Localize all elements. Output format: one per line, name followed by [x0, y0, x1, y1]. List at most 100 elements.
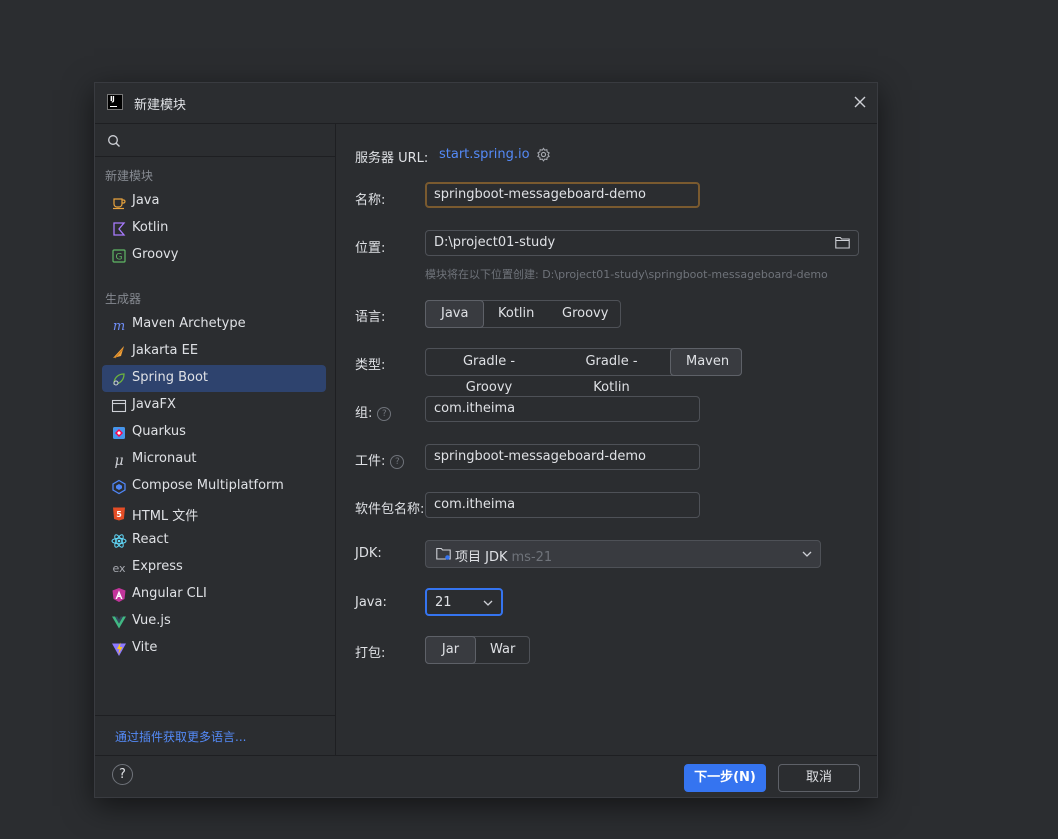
- server-url-link[interactable]: start.spring.io: [439, 147, 530, 162]
- jdk-dropdown[interactable]: 项目 JDK ms-21: [425, 540, 821, 568]
- sidebar-item-label: HTML 文件: [132, 509, 199, 524]
- sidebar-item-maven-archetype[interactable]: m Maven Archetype: [102, 311, 326, 338]
- type-option-maven[interactable]: Maven: [670, 348, 742, 376]
- dialog-titlebar: IJ 新建模块: [95, 83, 877, 124]
- sidebar-item-label: Express: [132, 559, 183, 574]
- sidebar-item-quarkus[interactable]: Quarkus: [102, 419, 326, 446]
- sidebar-item-jakarta-ee[interactable]: Jakarta EE: [102, 338, 326, 365]
- sidebar-item-angular-cli[interactable]: Angular CLI: [102, 581, 326, 608]
- sidebar-footer: 通过插件获取更多语言...: [95, 715, 335, 756]
- sidebar-item-label: Java: [132, 193, 160, 208]
- location-input[interactable]: D:\project01-study: [425, 230, 859, 256]
- quarkus-icon: [113, 427, 125, 439]
- type-segmented-control: Gradle - Groovy Gradle - Kotlin Maven: [425, 348, 742, 395]
- search-icon[interactable]: [107, 134, 121, 148]
- language-option-kotlin[interactable]: Kotlin: [483, 301, 547, 327]
- sidebar-item-javafx[interactable]: JavaFX: [102, 392, 326, 419]
- language-label: 语言:: [355, 310, 386, 325]
- next-button[interactable]: 下一步(N): [684, 764, 766, 792]
- sidebar-item-compose-multiplatform[interactable]: Compose Multiplatform: [102, 473, 326, 500]
- generator-sidebar: 新建模块 Java Kotlin G Groovy 生成器 m Maven Ar…: [95, 124, 336, 756]
- sidebar-item-label: Maven Archetype: [132, 316, 246, 331]
- language-option-groovy[interactable]: Groovy: [547, 301, 620, 327]
- java-version-dropdown[interactable]: 21: [425, 588, 503, 616]
- spring-boot-icon: [113, 373, 125, 386]
- sidebar-item-express[interactable]: ex Express: [102, 554, 326, 581]
- angular-icon: [112, 588, 126, 602]
- close-icon[interactable]: [853, 95, 867, 109]
- dialog-footer: ? 下一步(N) 取消: [95, 755, 877, 797]
- folder-icon[interactable]: [835, 236, 850, 249]
- packaging-segmented-control: Jar War: [425, 636, 530, 664]
- maven-icon: m: [113, 319, 125, 333]
- java-version-value: 21: [435, 595, 452, 610]
- sidebar-item-label: Angular CLI: [132, 586, 207, 601]
- jdk-label: JDK:: [355, 546, 382, 561]
- language-option-java[interactable]: Java: [425, 300, 484, 328]
- section-new-module: 新建模块: [105, 169, 154, 183]
- sidebar-item-groovy[interactable]: G Groovy: [102, 242, 326, 269]
- location-hint: 模块将在以下位置创建: D:\project01-study\springboo…: [425, 268, 828, 281]
- sidebar-item-react[interactable]: React: [102, 527, 326, 554]
- svg-text:5: 5: [116, 510, 122, 519]
- artifact-input[interactable]: springboot-messageboard-demo: [425, 444, 700, 470]
- vite-icon: [112, 642, 126, 656]
- gear-icon[interactable]: [536, 147, 551, 162]
- sidebar-item-label: Micronaut: [132, 451, 197, 466]
- javafx-icon: [111, 399, 127, 413]
- java-version-label: Java:: [355, 595, 387, 610]
- cancel-button[interactable]: 取消: [778, 764, 860, 792]
- module-settings-form: 服务器 URL: start.spring.io 名称: springboot-…: [336, 124, 877, 756]
- svg-text:G: G: [116, 253, 123, 263]
- sidebar-item-vite[interactable]: Vite: [102, 635, 326, 662]
- sidebar-item-micronaut[interactable]: μ Micronaut: [102, 446, 326, 473]
- type-option-gradle-kotlin[interactable]: Gradle - Kotlin: [552, 349, 671, 395]
- chevron-down-icon: [483, 600, 493, 606]
- group-input[interactable]: com.itheima: [425, 396, 700, 422]
- help-icon[interactable]: ?: [390, 455, 405, 469]
- language-segmented-control: Java Kotlin Groovy: [425, 300, 621, 328]
- sidebar-item-spring-boot[interactable]: Spring Boot: [102, 365, 326, 392]
- intellij-logo-icon: IJ: [107, 94, 123, 110]
- more-plugins-link[interactable]: 通过插件获取更多语言...: [115, 728, 246, 745]
- name-label: 名称:: [355, 193, 386, 208]
- sidebar-item-kotlin[interactable]: Kotlin: [102, 215, 326, 242]
- sidebar-item-html[interactable]: 5 HTML 文件: [102, 500, 326, 527]
- packaging-option-jar[interactable]: Jar: [425, 636, 476, 664]
- name-input[interactable]: springboot-messageboard-demo: [425, 182, 700, 208]
- chevron-down-icon: [802, 551, 812, 557]
- express-icon: ex: [112, 562, 126, 575]
- jdk-value: 项目 JDK ms-21: [455, 550, 553, 565]
- kotlin-icon: [113, 222, 126, 236]
- server-url-label: 服务器 URL:: [355, 151, 429, 166]
- sidebar-item-label: Jakarta EE: [132, 343, 199, 358]
- sidebar-item-label: Quarkus: [132, 424, 186, 439]
- sidebar-item-label: Vue.js: [132, 613, 171, 628]
- section-generators: 生成器: [105, 292, 142, 306]
- type-label: 类型:: [355, 358, 386, 373]
- jakarta-ee-icon: [113, 346, 124, 359]
- group-label: 组:?: [355, 402, 392, 421]
- sidebar-item-label: Kotlin: [132, 220, 169, 235]
- react-icon: [111, 534, 127, 548]
- help-icon[interactable]: ?: [377, 407, 392, 421]
- package-name-input[interactable]: com.itheima: [425, 492, 700, 518]
- sidebar-item-label: Vite: [132, 640, 158, 655]
- packaging-option-war[interactable]: War: [475, 637, 529, 663]
- vue-icon: [112, 616, 126, 629]
- sidebar-item-label: JavaFX: [132, 397, 176, 412]
- micronaut-icon: μ: [114, 453, 123, 468]
- java-cup-icon: [113, 198, 126, 210]
- sidebar-item-label: Spring Boot: [132, 370, 209, 385]
- sidebar-item-vue[interactable]: Vue.js: [102, 608, 326, 635]
- packaging-label: 打包:: [355, 646, 386, 661]
- location-label: 位置:: [355, 241, 386, 256]
- type-option-gradle-groovy[interactable]: Gradle - Groovy: [426, 349, 552, 395]
- sidebar-search[interactable]: [95, 124, 335, 157]
- sidebar-item-label: Compose Multiplatform: [132, 478, 284, 493]
- compose-icon: [112, 479, 126, 495]
- new-module-dialog: IJ 新建模块 新建模块 Java Kotlin G Groovy 生成器 m …: [94, 82, 878, 798]
- svg-text:ex: ex: [112, 562, 126, 575]
- help-button[interactable]: ?: [112, 764, 133, 785]
- sidebar-item-java[interactable]: Java: [102, 188, 326, 215]
